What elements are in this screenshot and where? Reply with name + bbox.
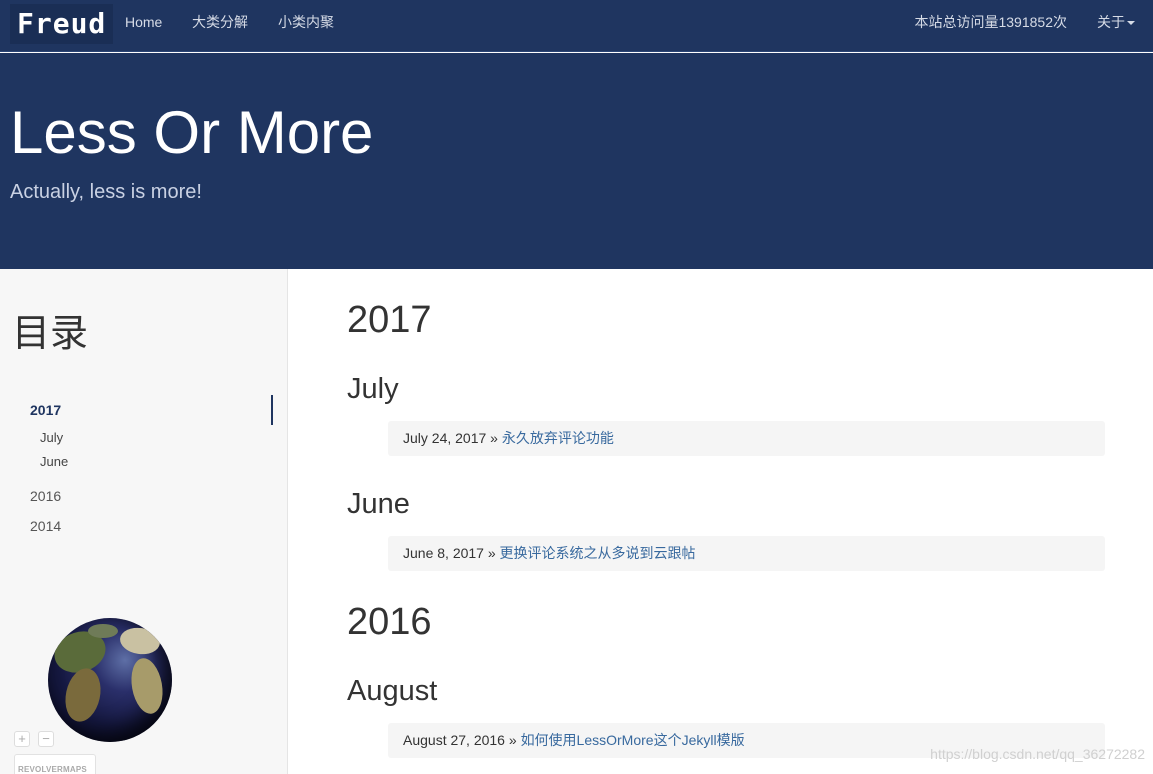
month-heading-august: August [347,675,438,707]
globe-landmass [60,665,106,725]
toc-item-july[interactable]: July [40,429,63,447]
toc-item-2017[interactable]: 2017 [30,401,61,419]
globe-landmass [118,625,162,657]
post-date: August 27, 2016 [403,732,505,748]
about-dropdown[interactable]: 关于 [1097,0,1135,44]
globe-icon[interactable] [48,618,172,742]
brand-logo[interactable]: Freud [10,4,114,44]
watermark: https://blog.csdn.net/qq_36272282 [930,746,1145,762]
nav-home-link[interactable]: Home [125,0,162,44]
post-link[interactable]: 永久放弃评论功能 [502,430,614,446]
site-subtitle: Actually, less is more! [10,181,202,203]
zoom-out-button[interactable]: − [38,731,54,747]
post-link[interactable]: 更换评论系统之从多说到云跟帖 [500,545,696,561]
revolvermaps-label[interactable]: REVOLVERMAPS [14,754,96,774]
caret-down-icon [1127,21,1135,26]
top-navbar: Freud Home 大类分解 小类内聚 本站总访问量1391852次 关于 [0,0,1153,52]
post-item: June 8, 2017 » 更换评论系统之从多说到云跟帖 [388,536,1105,571]
post-separator: » [504,732,521,748]
toc-title: 目录 [12,313,89,355]
post-date: June 8, 2017 [403,545,484,561]
post-link[interactable]: 如何使用LessOrMore这个Jekyll模版 [521,732,745,748]
globe-landmass [88,624,118,638]
globe-landmass [127,655,167,717]
post-separator: » [483,545,500,561]
post-separator: » [486,430,502,446]
visit-counter: 本站总访问量1391852次 [914,14,1067,30]
about-label: 关于 [1097,14,1125,30]
hero-banner: Less Or More Actually, less is more! [0,53,1153,269]
nav-category-link[interactable]: 大类分解 [192,0,248,44]
zoom-in-button[interactable]: + [14,731,30,747]
toc-item-june[interactable]: June [40,453,68,471]
toc-active-indicator [271,395,273,425]
post-date: July 24, 2017 [403,430,487,446]
year-heading-2016: 2016 [347,601,432,643]
month-heading-june: June [347,488,410,520]
year-heading-2017: 2017 [347,299,432,341]
site-title: Less Or More [10,99,374,166]
sidebar: 目录 2017 July June 2016 2014 + − REVOLVER… [0,269,288,774]
nav-subcategory-link[interactable]: 小类内聚 [278,0,334,44]
month-heading-july: July [347,373,399,405]
toc-item-2014[interactable]: 2014 [30,517,61,535]
post-item: July 24, 2017 » 永久放弃评论功能 [388,421,1105,456]
toc-item-2016[interactable]: 2016 [30,487,61,505]
